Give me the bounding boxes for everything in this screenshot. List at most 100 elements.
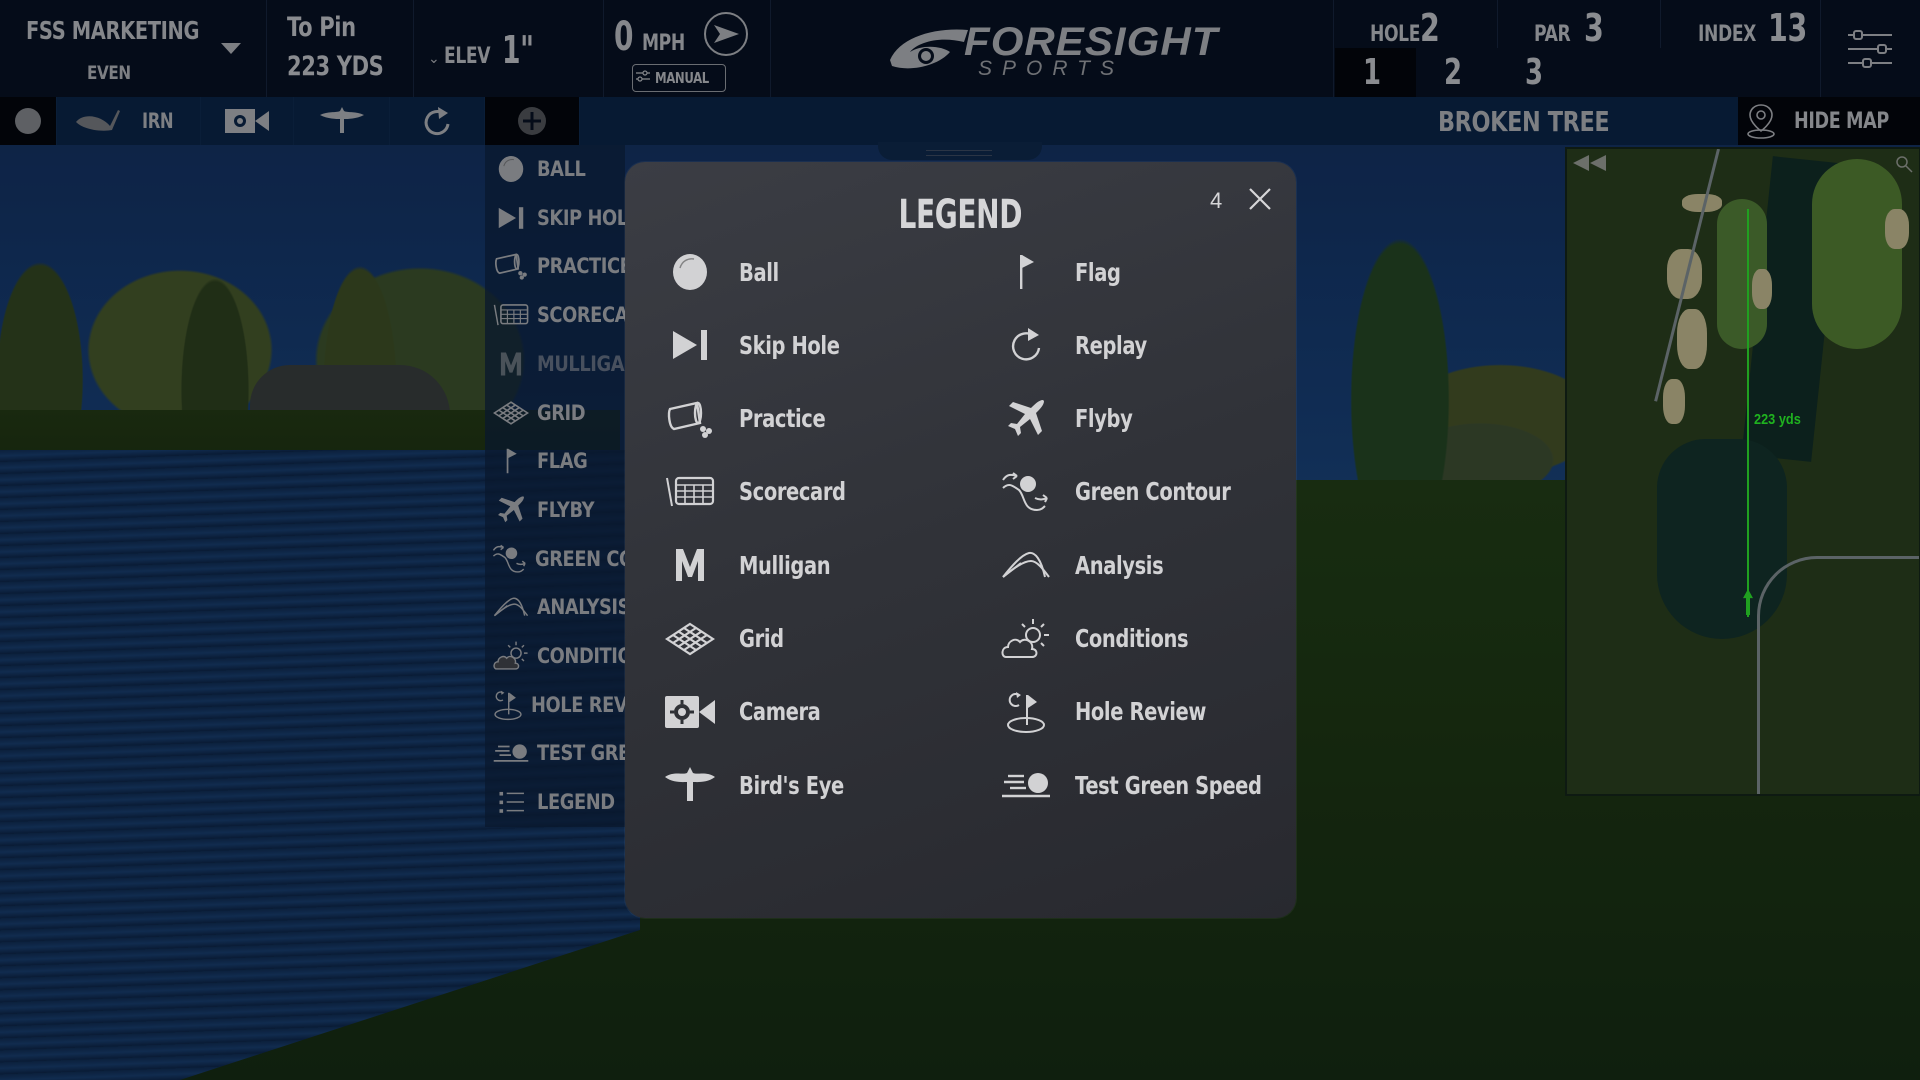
hole-tab-3[interactable]: 3 (1497, 48, 1578, 97)
legend-icon (485, 785, 537, 819)
wind-speed: 0 (614, 14, 634, 60)
side-menu-label: ANALYSIS (537, 595, 625, 620)
legend-item-hole-review: Hole Review (996, 682, 1243, 742)
replay-button[interactable] (390, 97, 485, 145)
drag-handle[interactable] (878, 142, 1042, 160)
side-menu-item-mulligan[interactable]: MULLIGAN (485, 340, 625, 388)
side-menu-item-flag[interactable]: FLAG (485, 437, 625, 485)
hole-review-icon (485, 682, 531, 728)
side-menu-label: CONDITIONS (537, 644, 625, 668)
legend-item-label: Analysis (1075, 550, 1164, 580)
side-menu-label: SKIP HOLE (537, 205, 625, 230)
side-menu-item-conditions[interactable]: CONDITIONS (485, 632, 625, 680)
sliders-icon (1848, 29, 1892, 68)
side-menu-item-hole-review[interactable]: HOLE REVIEW (485, 681, 625, 729)
close-icon (1249, 188, 1271, 210)
ball-button[interactable] (0, 97, 57, 145)
legend-item-practice: Practice (660, 389, 850, 449)
practice-icon (660, 399, 720, 439)
cart-path (1757, 556, 1919, 794)
zoom-button[interactable] (1895, 155, 1913, 178)
rewind-button[interactable] (1573, 155, 1607, 176)
replay-icon (424, 107, 450, 136)
hole-value: 2 (1420, 6, 1440, 50)
green-contour-icon (996, 470, 1056, 514)
side-menu-item-analysis[interactable]: ANALYSIS (485, 583, 625, 631)
side-menu-item-skip-hole[interactable]: SKIP HOLE (485, 194, 625, 242)
legend-item-label: Grid (739, 624, 784, 653)
brand-sub: SPORTS (978, 57, 1124, 80)
hide-map-button[interactable]: HIDE MAP (1738, 97, 1920, 145)
auto-close-countdown: 4 (1210, 188, 1223, 213)
side-menu-label: GREEN CONTOUR (535, 546, 625, 571)
hole-minimap[interactable]: 223 yds (1565, 147, 1920, 796)
legend-item-scorecard: Scorecard (660, 462, 876, 522)
settings-button[interactable] (1820, 0, 1920, 97)
legend-item-test-green-speed: Test Green Speed (996, 755, 1314, 815)
club-selector[interactable]: IRN (57, 97, 201, 145)
side-menu-item-test-green-speed[interactable]: TEST GREEN SPEED (485, 729, 625, 777)
side-menu-label: PRACTICE (537, 254, 625, 279)
side-menu-item-green-contour[interactable]: GREEN CONTOUR (485, 535, 625, 583)
grid-icon (485, 396, 537, 430)
side-menu-label: GRID (537, 400, 586, 425)
more-menu-button[interactable] (485, 97, 580, 145)
elev-label: ELEV (443, 44, 490, 69)
hole-number: HOLE 2 (1370, 6, 1446, 50)
legend-item-label: Replay (1075, 330, 1147, 360)
legend-item-bird-s-eye: Bird's Eye (660, 755, 873, 815)
aim-line (1747, 209, 1749, 617)
legend-item-conditions: Conditions (996, 609, 1220, 669)
player-name: FSS MARKETING (26, 16, 200, 45)
course-name: BROKEN TREE (1437, 104, 1610, 138)
test-green-speed-icon (996, 768, 1056, 802)
ball-icon (15, 108, 41, 134)
hole-label: HOLE (1370, 22, 1421, 47)
side-menu-item-flyby[interactable]: FLYBY (485, 486, 625, 534)
legend-item-label: Bird's Eye (739, 770, 844, 800)
legend-item-skip-hole: Skip Hole (660, 315, 868, 375)
side-menu-label: SCORECARD (537, 303, 625, 328)
birds-eye-icon (660, 767, 720, 803)
par-label: PAR (1534, 22, 1571, 47)
index-value: 13 (1768, 6, 1807, 50)
elevation-readout[interactable]: ⌄ ELEV 1" (428, 28, 547, 72)
birds-eye-button[interactable] (294, 97, 390, 145)
side-menu-label: LEGEND (537, 790, 615, 815)
side-menu-item-practice[interactable]: PRACTICE (485, 242, 625, 290)
legend-item-grid: Grid (660, 609, 796, 669)
ball-icon (485, 149, 537, 189)
player-selector[interactable]: FSS MARKETING EVEN (0, 0, 265, 97)
side-menu-item-grid[interactable]: GRID (485, 389, 625, 437)
legend-item-mulligan: Mulligan (660, 535, 856, 595)
adjacent-fairway (1812, 159, 1902, 349)
hole-tab-1[interactable]: 1 (1335, 48, 1416, 97)
legend-item-replay: Replay (996, 315, 1167, 375)
side-menu-label: HOLE REVIEW (531, 692, 625, 717)
ball-icon (660, 252, 720, 292)
side-menu-item-ball[interactable]: BALL (485, 145, 625, 193)
hole-tabs: 1 2 3 (1335, 48, 1578, 97)
eye-logo-icon (890, 29, 968, 69)
analysis-icon (996, 549, 1056, 581)
scorecard-icon (485, 297, 537, 333)
legend-item-label: Green Contour (1075, 477, 1231, 507)
legend-dialog: LEGEND 4 Ball Skip Hole Practice Scorecard M… (625, 162, 1296, 918)
hole-tab-2[interactable]: 2 (1416, 48, 1497, 97)
camera-button[interactable] (201, 97, 294, 145)
legend-item-flyby: Flyby (996, 389, 1149, 449)
wind-manual-button[interactable]: MANUAL (632, 64, 726, 92)
skip-hole-icon (485, 198, 537, 238)
side-menu-item-scorecard[interactable]: SCORECARD (485, 291, 625, 339)
legend-item-label: Flag (1075, 257, 1121, 287)
legend-item-label: Test Green Speed (1075, 770, 1262, 800)
dropdown-caret-icon[interactable] (221, 43, 241, 54)
close-button[interactable] (1245, 184, 1275, 214)
legend-item-flag: Flag (996, 242, 1133, 302)
flag-icon (996, 252, 1056, 292)
practice-icon (485, 246, 537, 286)
flyby-icon (485, 489, 537, 531)
legend-item-label: Flyby (1075, 404, 1133, 434)
side-menu-item-legend[interactable]: LEGEND (485, 778, 625, 826)
par-value: 3 (1584, 6, 1604, 50)
